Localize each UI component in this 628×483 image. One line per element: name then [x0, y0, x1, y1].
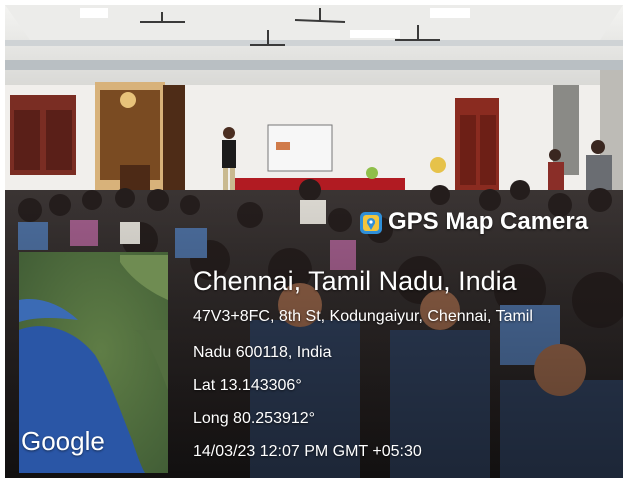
photo-stage: Google GPS Map Camera Chennai, Tamil Nad…: [0, 0, 628, 483]
address-line-2: Nadu 600118, India: [193, 344, 332, 361]
timestamp: 14/03/23 12:07 PM GMT +05:30: [193, 443, 422, 460]
longitude: Long 80.253912°: [193, 410, 316, 427]
google-logo: Google: [21, 426, 105, 456]
speaker-person: [222, 140, 236, 168]
address-line-1: 47V3+8FC, 8th St, Kodungaiyur, Chennai, …: [193, 308, 533, 325]
gps-map-camera-icon: [360, 212, 382, 234]
location-city: Chennai, Tamil Nadu, India: [193, 266, 517, 296]
latitude: Lat 13.143306°: [193, 377, 302, 394]
app-brand-label: GPS Map Camera: [388, 208, 589, 235]
